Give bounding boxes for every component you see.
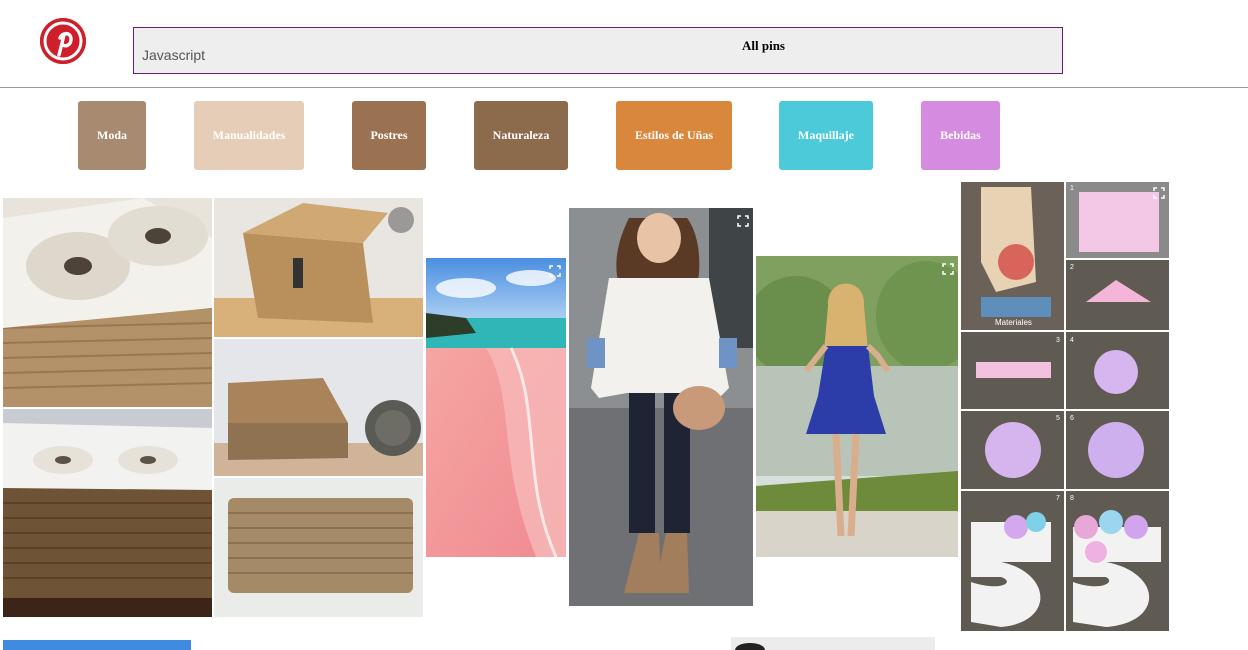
board-title: All pins: [742, 38, 785, 53]
expand-icon[interactable]: [549, 264, 561, 277]
pin-image: [569, 208, 753, 606]
pin-image: [756, 256, 958, 557]
pin-tissue-paper-number-five[interactable]: Materiales 1 2 3 4 5 6 7 8: [961, 182, 1169, 631]
pin-partial-sky[interactable]: [3, 640, 191, 650]
category-naturaleza[interactable]: Naturaleza: [474, 101, 568, 170]
pin-blue-dress[interactable]: [756, 256, 958, 557]
pinterest-logo-icon[interactable]: [40, 18, 86, 64]
category-moda[interactable]: Moda: [78, 101, 146, 170]
expand-icon[interactable]: [1153, 186, 1165, 199]
pin-image: [426, 258, 566, 557]
step-number: 7: [1056, 495, 1060, 502]
step-number: 5: [1056, 415, 1060, 422]
category-manualidades[interactable]: Manualidades: [194, 101, 304, 170]
category-postres[interactable]: Postres: [352, 101, 426, 170]
search-bar[interactable]: All pins: [133, 27, 1063, 74]
pin-image: [3, 198, 423, 617]
category-label: Postres: [370, 128, 408, 142]
category-label: Maquillaje: [798, 128, 854, 142]
category-label: Bebidas: [940, 128, 981, 142]
pin-rope-basket-diy[interactable]: [3, 198, 423, 617]
category-estilos-de-unas[interactable]: Estilos de Uñas: [616, 101, 732, 170]
category-label: Moda: [97, 128, 127, 142]
category-maquillaje[interactable]: Maquillaje: [779, 101, 873, 170]
category-label: Naturaleza: [492, 128, 550, 142]
header-divider: [0, 87, 1248, 88]
search-input[interactable]: [134, 28, 1062, 73]
pin-image: Materiales 1 2 3 4 5 6 7 8: [961, 182, 1169, 631]
step-number: 3: [1056, 337, 1060, 344]
expand-icon[interactable]: [737, 214, 749, 227]
step-number: 1: [1070, 185, 1074, 192]
step-number: 8: [1070, 495, 1074, 502]
category-label: Estilos de Uñas: [634, 128, 714, 142]
pin-white-sweater-outfit[interactable]: [569, 208, 753, 606]
expand-icon[interactable]: [942, 262, 954, 275]
pin-partial-shape: [735, 643, 765, 650]
pin-pink-beach[interactable]: [426, 258, 566, 557]
step-number: 4: [1070, 337, 1074, 344]
category-bebidas[interactable]: Bebidas: [921, 101, 1000, 170]
category-label: Manualidades: [212, 128, 286, 142]
step-number: 6: [1070, 415, 1074, 422]
collage-label-materials: Materiales: [995, 318, 1032, 327]
pin-partial-gray[interactable]: [731, 637, 935, 650]
step-number: 2: [1070, 264, 1074, 271]
